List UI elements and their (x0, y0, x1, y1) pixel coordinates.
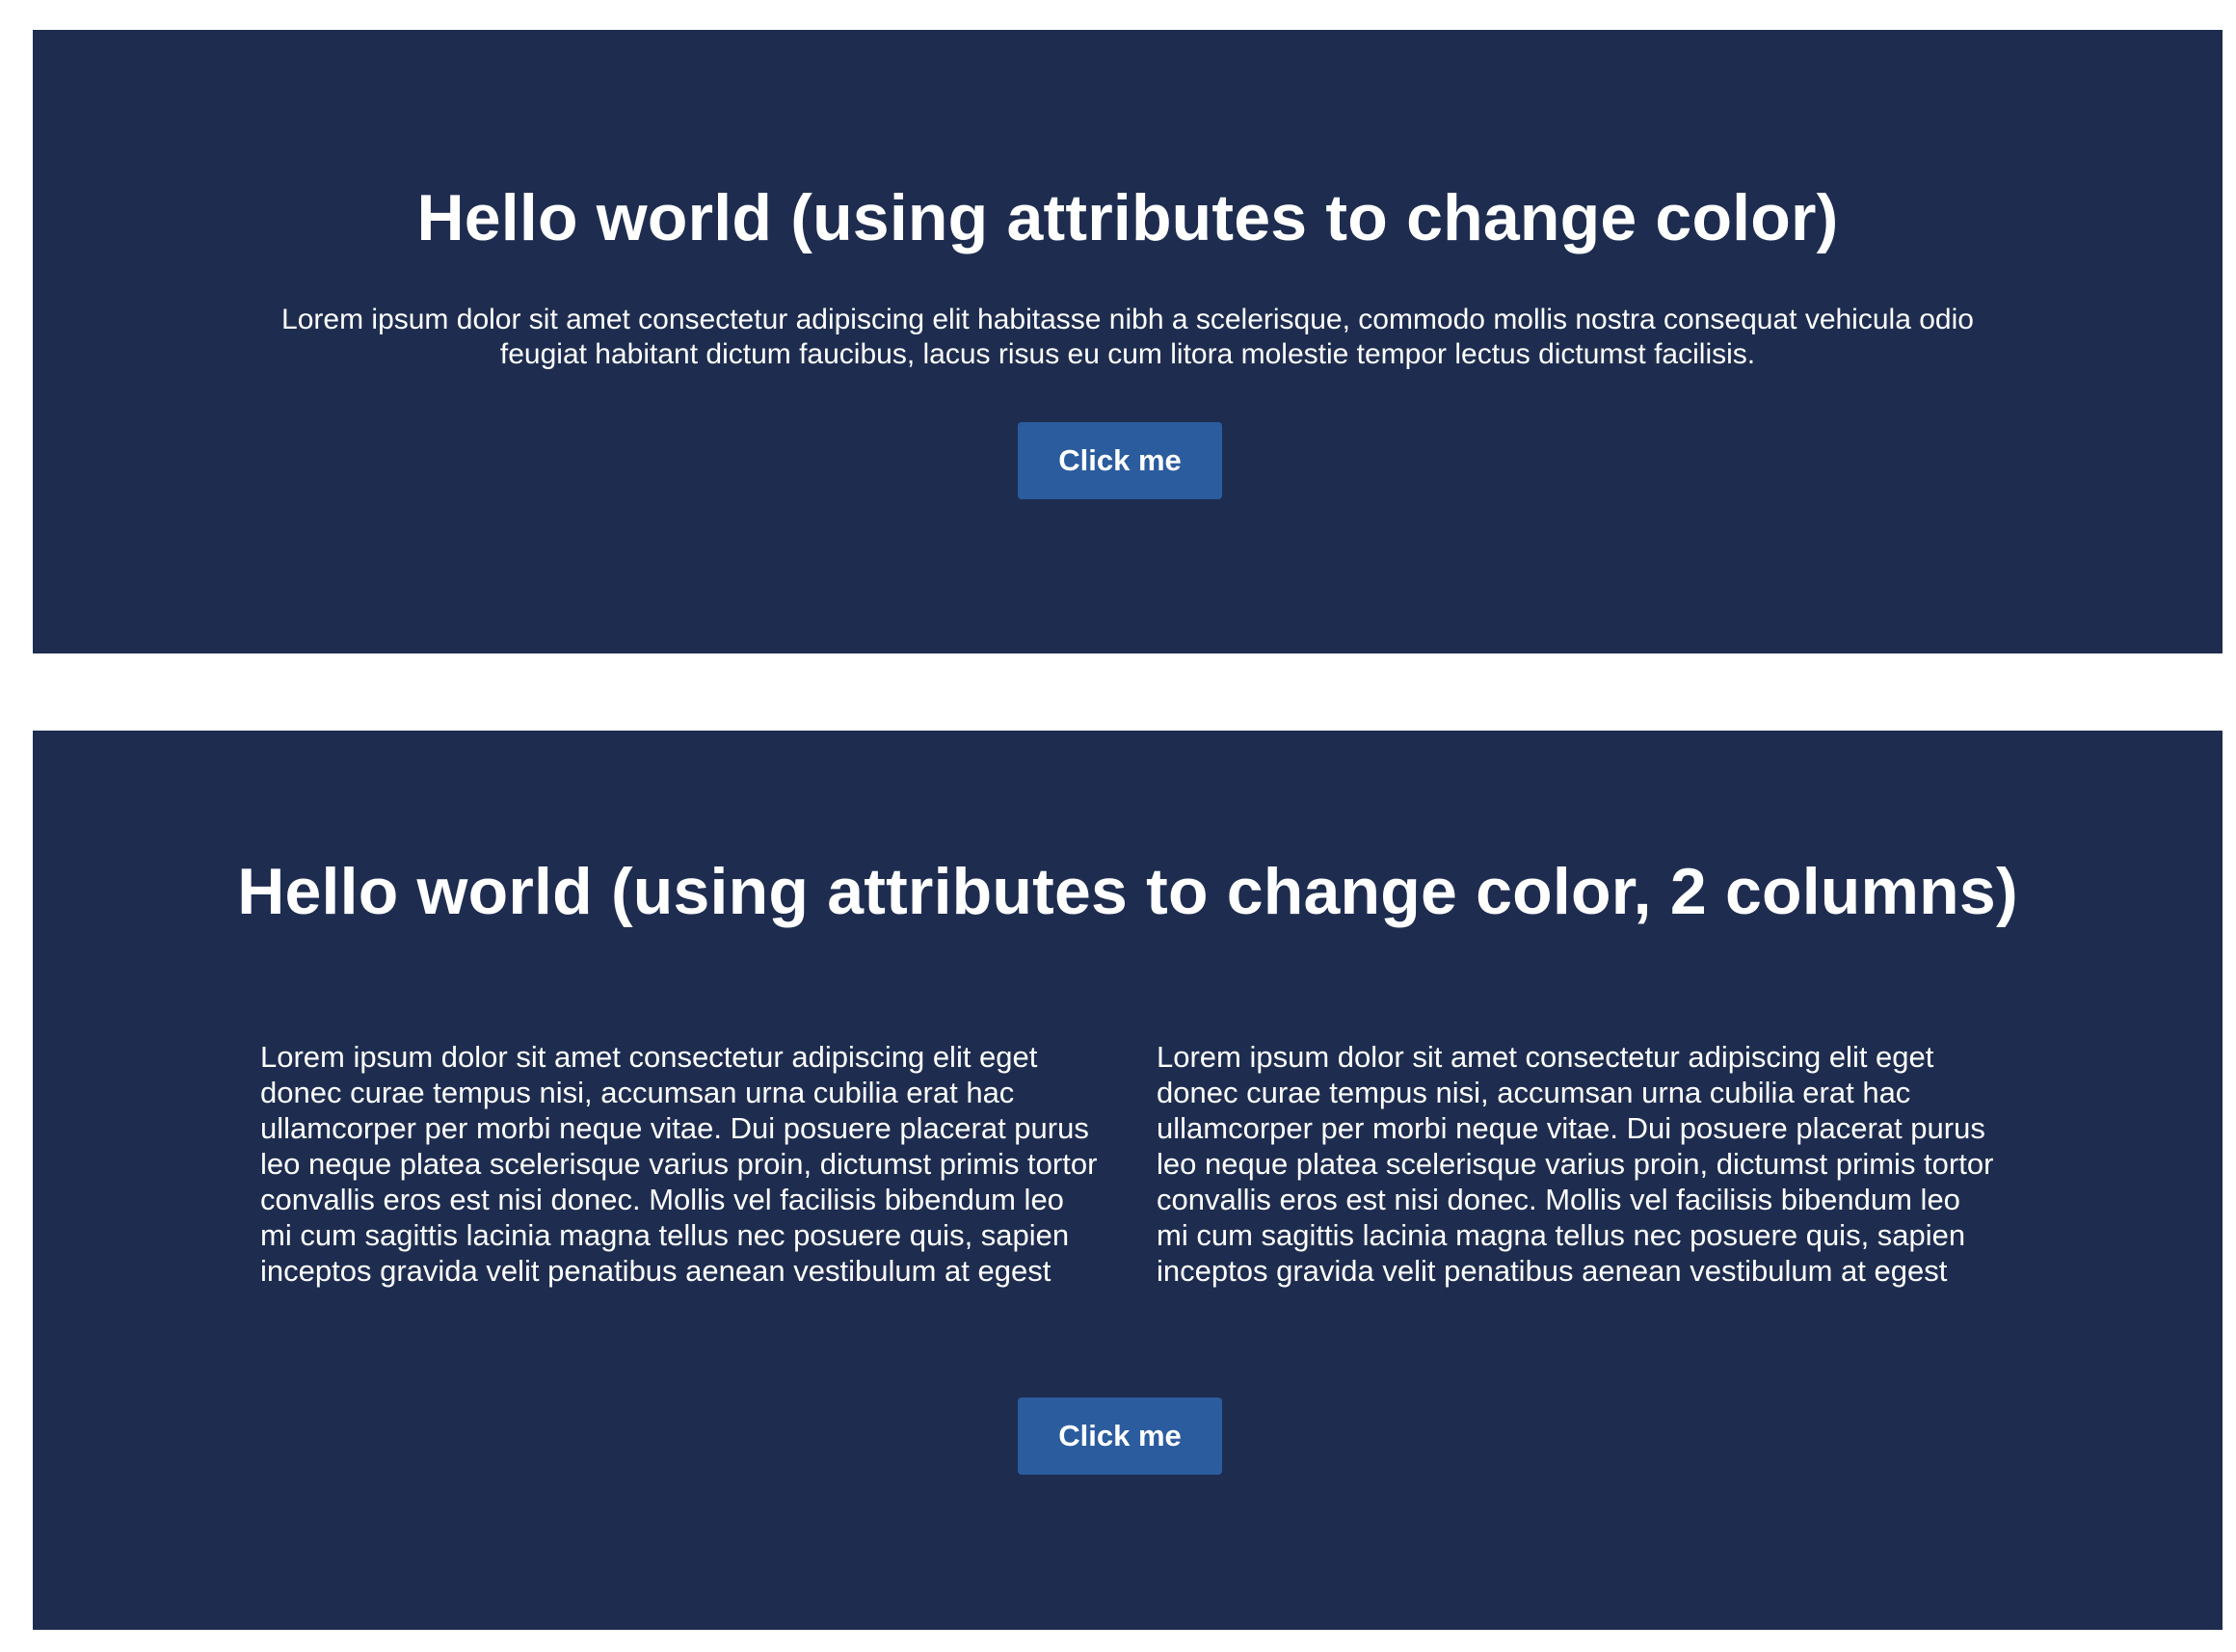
click-me-button-two-columns[interactable]: Click me (1018, 1398, 1222, 1475)
column-left-paragraph: Lorem ipsum dolor sit amet consectetur a… (260, 1040, 1098, 1288)
column-right-paragraph: Lorem ipsum dolor sit amet consectetur a… (1157, 1040, 1994, 1288)
hero-section-two-columns: Hello world (using attributes to change … (33, 731, 2223, 1630)
hero-paragraph: Lorem ipsum dolor sit amet consectetur a… (281, 304, 1974, 370)
two-column-text: Lorem ipsum dolor sit amet consectetur a… (260, 1039, 1995, 1289)
hero-section-single-column: Hello world (using attributes to change … (33, 30, 2223, 653)
hero-title-two-columns: Hello world (using attributes to change … (237, 855, 2018, 928)
hero-title: Hello world (using attributes to change … (416, 181, 1839, 254)
click-me-button[interactable]: Click me (1018, 422, 1222, 499)
